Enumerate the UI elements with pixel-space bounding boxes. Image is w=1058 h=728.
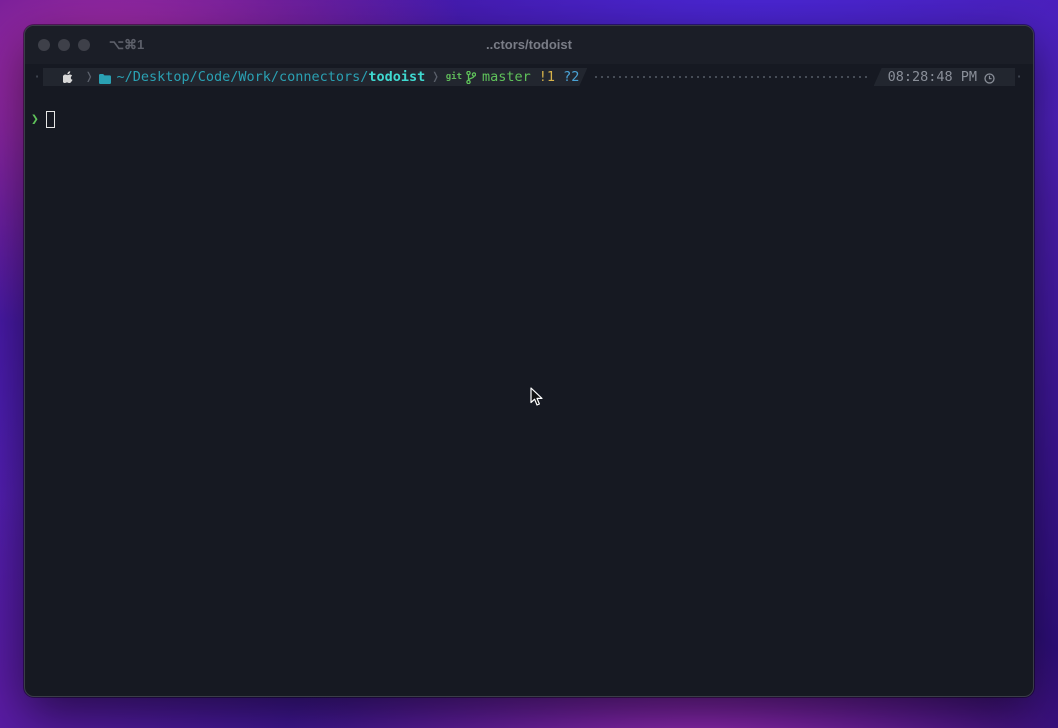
apple-icon <box>63 71 73 83</box>
terminal-area[interactable]: ·· ❭ ~/Desktop/Code/Work/connectors/ tod… <box>25 64 1033 696</box>
prompt-lead-dots: ·· <box>33 69 43 85</box>
git-branch-name: master <box>482 69 531 85</box>
path-prefix: ~/Desktop/Code/Work/connectors/ <box>116 69 369 85</box>
prompt-dotted-filler <box>593 76 868 78</box>
mouse-pointer-icon <box>530 387 544 407</box>
prompt-left-segment: ❭ ~/Desktop/Code/Work/connectors/ todois… <box>43 68 587 86</box>
segment-separator: ❭ <box>85 69 94 85</box>
prompt-line: ·· ❭ ~/Desktop/Code/Work/connectors/ tod… <box>33 68 1025 86</box>
prompt-trail-dots: ·· <box>1015 69 1025 85</box>
git-modified-count: !1 <box>538 69 556 85</box>
text-cursor <box>45 110 55 128</box>
window-title: ..ctors/todoist <box>486 37 572 52</box>
prompt-time: 08:28:48 PM <box>887 69 977 85</box>
git-icon: git <box>445 72 463 82</box>
prompt-right-segment: 08:28:48 PM <box>873 68 1015 86</box>
command-input-line[interactable]: ❯ <box>31 110 55 128</box>
title-bar[interactable]: ⌥⌘1 ..ctors/todoist <box>25 26 1033 64</box>
clock-icon <box>984 72 995 84</box>
path-current-dir: todoist <box>368 69 426 85</box>
git-untracked-count: ?2 <box>563 69 580 85</box>
folder-icon <box>99 72 111 82</box>
git-branch-icon <box>466 71 476 84</box>
prompt-symbol: ❯ <box>31 111 39 127</box>
segment-separator: ❭ <box>431 69 440 85</box>
terminal-window[interactable]: ⌥⌘1 ..ctors/todoist ·· ❭ ~/Desktop/Code/… <box>24 25 1034 697</box>
